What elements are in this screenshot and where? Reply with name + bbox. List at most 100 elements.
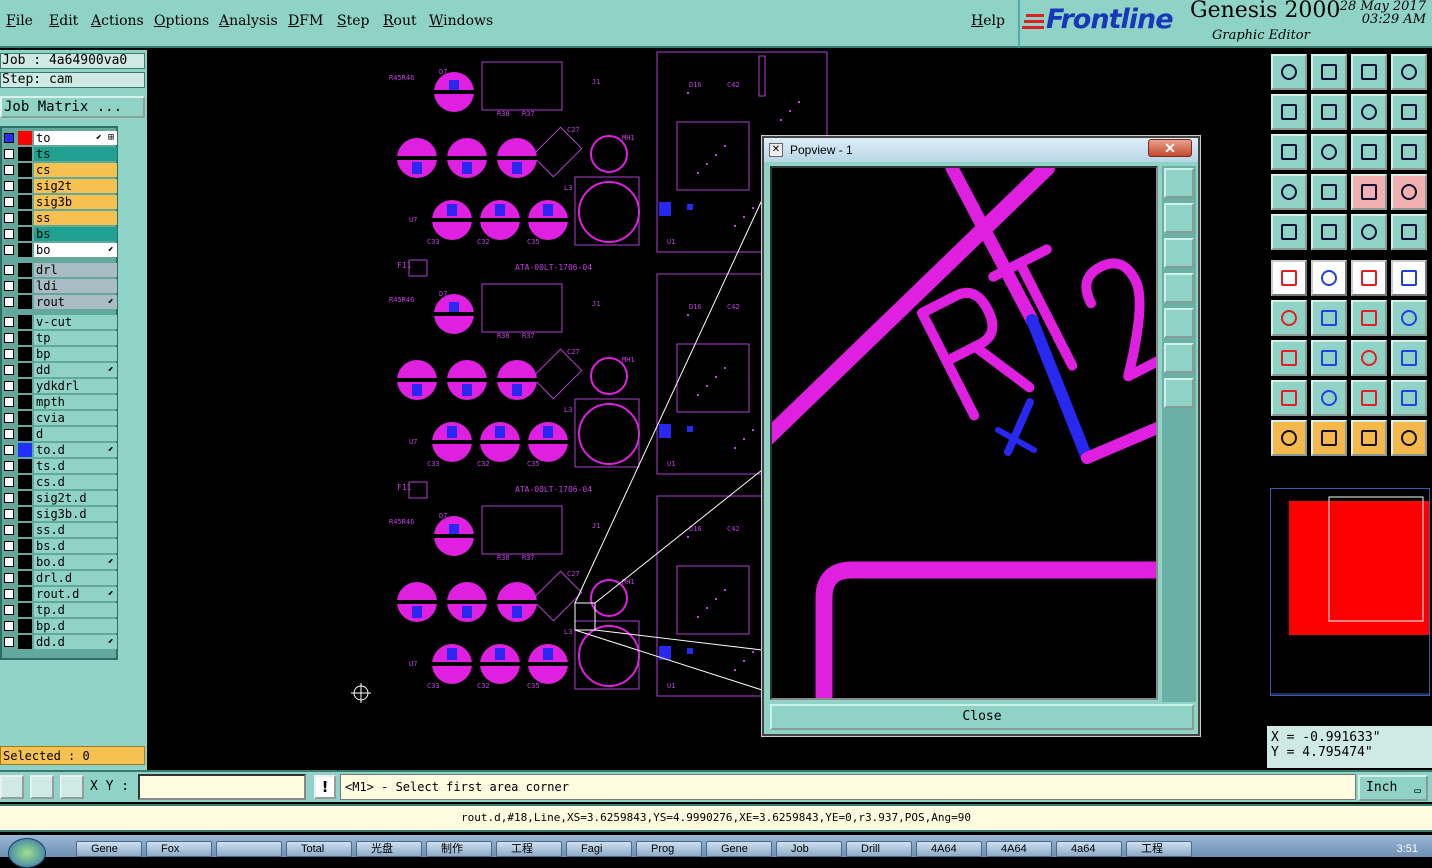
taskbar-item[interactable]: Gene — [76, 841, 142, 857]
mirror-icon[interactable] — [1391, 94, 1427, 130]
cross-select-icon[interactable] — [1311, 260, 1347, 296]
pv-pan-down-icon[interactable] — [1164, 238, 1194, 268]
xy-input[interactable] — [138, 774, 306, 800]
pv-pan-right-icon[interactable] — [1164, 308, 1194, 338]
help-icon[interactable] — [1391, 134, 1427, 170]
layer-row-bo-d[interactable]: bo.d ⬋ — [2, 554, 118, 570]
layer-checkbox[interactable] — [4, 245, 14, 255]
taskbar-item[interactable]: Fox — [146, 841, 212, 857]
route-icon[interactable] — [1391, 420, 1427, 456]
layer-row-ts-d[interactable]: ts.d — [2, 458, 118, 474]
snap-center-icon[interactable] — [1351, 340, 1387, 376]
layer-row-rout[interactable]: rout ⬋ — [2, 294, 118, 310]
layer-name[interactable]: sig3b — [34, 195, 117, 209]
layer-name[interactable]: mpth — [34, 395, 117, 409]
layer-checkbox[interactable] — [4, 333, 14, 343]
layer-row-ydkdrl[interactable]: ydkdrl — [2, 378, 118, 394]
layer-row-bp[interactable]: bp — [2, 346, 118, 362]
taskbar-item[interactable]: Fagi — [566, 841, 632, 857]
taskbar-item[interactable]: Drill — [846, 841, 912, 857]
taskbar-item[interactable]: Job — [776, 841, 842, 857]
layer-row-v-cut[interactable]: v-cut — [2, 314, 118, 330]
layer-color-swatch[interactable] — [18, 443, 32, 457]
layer-checkbox[interactable] — [4, 281, 14, 291]
layer-color-swatch[interactable] — [18, 331, 32, 345]
menu-windows[interactable]: Windows — [429, 13, 493, 29]
layer-color-swatch[interactable] — [18, 571, 32, 585]
layer-checkbox[interactable] — [4, 493, 14, 503]
popview-canvas[interactable] — [770, 166, 1158, 700]
taskbar-item[interactable]: 4A64 — [986, 841, 1052, 857]
layer-color-swatch[interactable] — [18, 279, 32, 293]
triangle-edit-icon[interactable] — [1311, 380, 1347, 416]
layer-name[interactable]: tp.d — [34, 603, 117, 617]
layer-color-swatch[interactable] — [18, 395, 32, 409]
menu-help[interactable]: Help — [971, 13, 1005, 29]
pointer-rotate-icon[interactable] — [1351, 420, 1387, 456]
pointer-box-icon[interactable] — [1311, 420, 1347, 456]
layer-checkbox[interactable] — [4, 573, 14, 583]
layer-checkbox[interactable] — [4, 541, 14, 551]
netlist-icon[interactable] — [1351, 174, 1387, 210]
layer-checkbox[interactable] — [4, 397, 14, 407]
taskbar-item[interactable]: Prog — [636, 841, 702, 857]
snap-mode-icon[interactable] — [0, 775, 24, 799]
layer-color-swatch[interactable] — [18, 347, 32, 361]
layer-name[interactable]: d — [34, 427, 117, 441]
ruler-icon[interactable] — [1351, 214, 1387, 250]
edit-down-icon[interactable] — [1311, 54, 1347, 90]
layer-row-bp-d[interactable]: bp.d — [2, 618, 118, 634]
move-right-icon[interactable] — [1311, 94, 1347, 130]
frame-icon[interactable] — [1391, 54, 1427, 90]
layer-color-swatch[interactable] — [18, 315, 32, 329]
layer-name[interactable]: to.d ⬋ — [34, 443, 117, 457]
layer-color-swatch[interactable] — [18, 507, 32, 521]
layer-name[interactable]: rout.d ⬋ — [34, 587, 117, 601]
layer-name[interactable]: cs — [34, 163, 117, 177]
layer-color-swatch[interactable] — [18, 475, 32, 489]
menu-rout[interactable]: Rout — [383, 13, 417, 29]
layer-row-ss[interactable]: ss — [2, 210, 118, 226]
layer-checkbox[interactable] — [4, 349, 14, 359]
layer-color-swatch[interactable] — [18, 263, 32, 277]
taskbar-item[interactable]: 工程 — [496, 841, 562, 857]
layer-name[interactable]: sig2t.d — [34, 491, 117, 505]
menu-actions[interactable]: Actions — [91, 13, 144, 29]
layer-color-swatch[interactable] — [18, 619, 32, 633]
layer-checkbox[interactable] — [4, 413, 14, 423]
layer-name[interactable]: ss.d — [34, 523, 117, 537]
layer-color-swatch[interactable] — [18, 603, 32, 617]
layer-checkbox[interactable] — [4, 297, 14, 307]
layer-color-swatch[interactable] — [18, 555, 32, 569]
layer-name[interactable]: to ⬋ ⊞ — [34, 131, 117, 145]
menu-file[interactable]: File — [6, 13, 33, 29]
taskbar-item[interactable]: 4a64 — [1056, 841, 1122, 857]
start-orb-icon[interactable] — [8, 838, 46, 868]
layer-row-tp[interactable]: tp — [2, 330, 118, 346]
layer-checkbox[interactable] — [4, 557, 14, 567]
layer-color-swatch[interactable] — [18, 179, 32, 193]
layer-checkbox[interactable] — [4, 365, 14, 375]
layer-row-ldi[interactable]: ldi — [2, 278, 118, 294]
layer-row-sig3b[interactable]: sig3b — [2, 194, 118, 210]
pointer-icon[interactable] — [1271, 420, 1307, 456]
line-select-icon[interactable] — [1311, 214, 1347, 250]
layer-row-sig2t-d[interactable]: sig2t.d — [2, 490, 118, 506]
copy-dot-icon[interactable] — [1391, 260, 1427, 296]
layer-row-bs[interactable]: bs — [2, 226, 118, 242]
layer-checkbox[interactable] — [4, 509, 14, 519]
pv-zoom-fit-icon[interactable] — [1164, 343, 1194, 373]
pv-zoom-home-icon[interactable] — [1164, 378, 1194, 408]
layer-checkbox[interactable] — [4, 429, 14, 439]
close-icon[interactable]: ✕ — [1148, 139, 1192, 157]
layer-row-bs-d[interactable]: bs.d — [2, 538, 118, 554]
layer-name[interactable]: bp.d — [34, 619, 117, 633]
pad-select-icon[interactable] — [1271, 214, 1307, 250]
layer-name[interactable]: tp — [34, 331, 117, 345]
layer-row-sig2t[interactable]: sig2t — [2, 178, 118, 194]
line-draw-icon[interactable] — [1311, 300, 1347, 336]
layer-color-swatch[interactable] — [18, 635, 32, 649]
popview-titlebar[interactable]: ✕ Popview - 1 — [764, 138, 1198, 162]
pad-group-icon[interactable] — [1391, 340, 1427, 376]
grid-mode-icon[interactable] — [60, 775, 84, 799]
